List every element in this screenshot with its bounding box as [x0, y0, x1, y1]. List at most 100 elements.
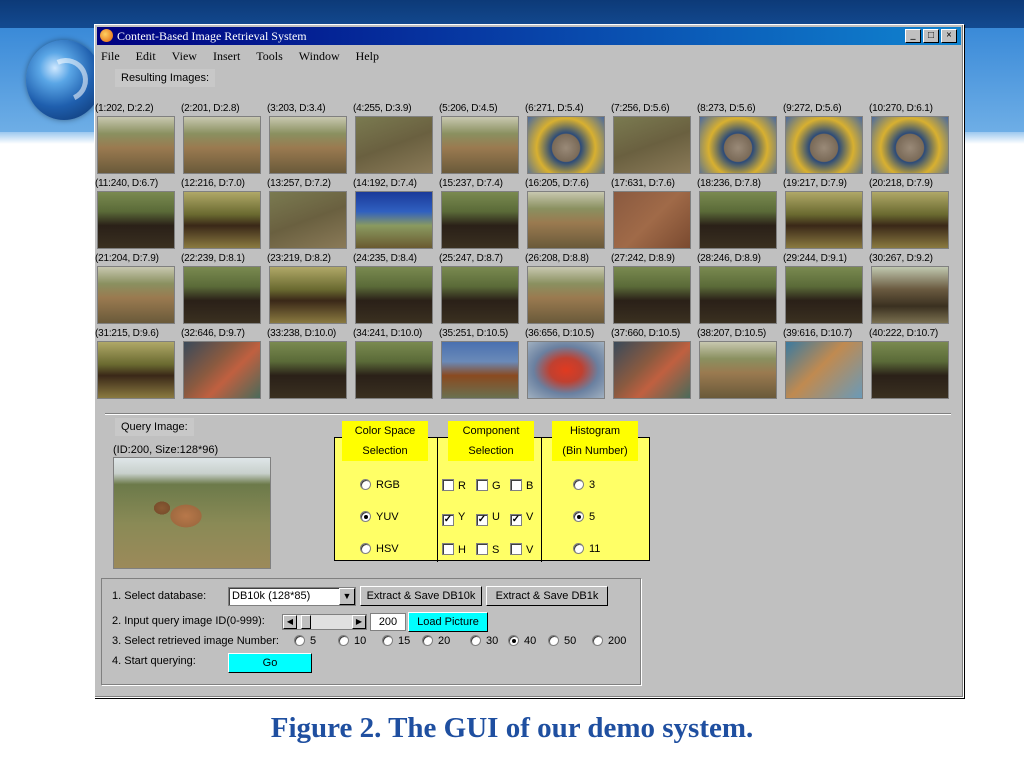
result-thumbnail[interactable] — [441, 341, 519, 399]
result-thumbnail[interactable] — [97, 341, 175, 399]
component-option[interactable]: B — [510, 479, 533, 492]
result-cell[interactable]: (22:239, D:8.1) — [181, 253, 267, 333]
result-thumbnail[interactable] — [527, 116, 605, 174]
result-cell[interactable]: (8:273, D:5.6) — [697, 103, 783, 183]
result-cell[interactable]: (31:215, D:9.6) — [95, 328, 181, 408]
component-option[interactable]: ✓ V — [510, 511, 533, 526]
result-thumbnail[interactable] — [785, 341, 863, 399]
result-cell[interactable]: (20:218, D:7.9) — [869, 178, 955, 258]
extract-db10k-button[interactable]: Extract & Save DB10k — [360, 586, 482, 606]
result-thumbnail[interactable] — [613, 116, 691, 174]
result-thumbnail[interactable] — [527, 191, 605, 249]
checkbox-icon[interactable] — [510, 479, 522, 491]
load-picture-button[interactable]: Load Picture — [408, 612, 488, 632]
result-cell[interactable]: (12:216, D:7.0) — [181, 178, 267, 258]
result-cell[interactable]: (24:235, D:8.4) — [353, 253, 439, 333]
result-cell[interactable]: (18:236, D:7.8) — [697, 178, 783, 258]
result-thumbnail[interactable] — [699, 191, 777, 249]
result-cell[interactable]: (37:660, D:10.5) — [611, 328, 697, 408]
checkbox-icon[interactable]: ✓ — [442, 514, 454, 526]
result-cell[interactable]: (38:207, D:10.5) — [697, 328, 783, 408]
result-cell[interactable]: (11:240, D:6.7) — [95, 178, 181, 258]
result-cell[interactable]: (27:242, D:8.9) — [611, 253, 697, 333]
component-option[interactable]: ✓ Y — [442, 511, 465, 526]
component-option[interactable]: H — [442, 543, 466, 556]
histogram-option[interactable]: 11 — [573, 543, 600, 555]
title-bar[interactable]: Content-Based Image Retrieval System _ □… — [97, 27, 961, 45]
result-thumbnail[interactable] — [183, 191, 261, 249]
query-id-slider[interactable]: ◀ ▶ — [282, 614, 367, 630]
slider-left-arrow-icon[interactable]: ◀ — [283, 615, 297, 629]
result-thumbnail[interactable] — [355, 266, 433, 324]
result-cell[interactable]: (25:247, D:8.7) — [439, 253, 525, 333]
result-cell[interactable]: (40:222, D:10.7) — [869, 328, 955, 408]
component-option[interactable]: V — [510, 543, 533, 556]
menu-tools[interactable]: Tools — [254, 47, 285, 65]
result-thumbnail[interactable] — [97, 191, 175, 249]
result-cell[interactable]: (2:201, D:2.8) — [181, 103, 267, 183]
result-thumbnail[interactable] — [441, 191, 519, 249]
result-thumbnail[interactable] — [785, 266, 863, 324]
radio-icon[interactable] — [548, 635, 559, 646]
slider-thumb[interactable] — [301, 615, 311, 629]
result-thumbnail[interactable] — [785, 116, 863, 174]
database-select[interactable]: DB10k (128*85) ▼ — [228, 587, 356, 606]
component-option[interactable]: S — [476, 543, 499, 556]
result-cell[interactable]: (29:244, D:9.1) — [783, 253, 869, 333]
maximize-button[interactable]: □ — [923, 29, 939, 43]
minimize-button[interactable]: _ — [905, 29, 921, 43]
result-thumbnail[interactable] — [269, 266, 347, 324]
result-cell[interactable]: (3:203, D:3.4) — [267, 103, 353, 183]
radio-icon[interactable] — [360, 479, 371, 490]
menu-file[interactable]: File — [99, 47, 122, 65]
result-cell[interactable]: (5:206, D:4.5) — [439, 103, 525, 183]
result-cell[interactable]: (21:204, D:7.9) — [95, 253, 181, 333]
result-thumbnail[interactable] — [269, 116, 347, 174]
result-thumbnail[interactable] — [269, 191, 347, 249]
result-cell[interactable]: (4:255, D:3.9) — [353, 103, 439, 183]
result-thumbnail[interactable] — [613, 191, 691, 249]
histogram-option[interactable]: 5 — [573, 511, 595, 523]
result-thumbnail[interactable] — [183, 266, 261, 324]
result-thumbnail[interactable] — [527, 341, 605, 399]
go-button[interactable]: Go — [228, 653, 312, 673]
radio-icon[interactable] — [360, 543, 371, 554]
checkbox-icon[interactable] — [442, 479, 454, 491]
retrieve-number-option[interactable]: 5 — [294, 635, 316, 647]
result-cell[interactable]: (28:246, D:8.9) — [697, 253, 783, 333]
radio-icon[interactable] — [573, 479, 584, 490]
checkbox-icon[interactable] — [476, 479, 488, 491]
result-cell[interactable]: (13:257, D:7.2) — [267, 178, 353, 258]
checkbox-icon[interactable] — [510, 543, 522, 555]
result-thumbnail[interactable] — [183, 116, 261, 174]
color-space-option[interactable]: RGB — [360, 479, 400, 491]
result-cell[interactable]: (32:646, D:9.7) — [181, 328, 267, 408]
menu-edit[interactable]: Edit — [134, 47, 158, 65]
result-thumbnail[interactable] — [699, 341, 777, 399]
result-thumbnail[interactable] — [97, 266, 175, 324]
result-thumbnail[interactable] — [441, 266, 519, 324]
color-space-option[interactable]: YUV — [360, 511, 399, 523]
radio-icon[interactable] — [508, 635, 519, 646]
result-cell[interactable]: (34:241, D:10.0) — [353, 328, 439, 408]
result-cell[interactable]: (16:205, D:7.6) — [525, 178, 611, 258]
component-option[interactable]: G — [476, 479, 501, 492]
result-cell[interactable]: (15:237, D:7.4) — [439, 178, 525, 258]
radio-icon[interactable] — [294, 635, 305, 646]
result-thumbnail[interactable] — [355, 116, 433, 174]
retrieve-number-option[interactable]: 20 — [422, 635, 450, 647]
result-thumbnail[interactable] — [699, 266, 777, 324]
radio-icon[interactable] — [382, 635, 393, 646]
result-thumbnail[interactable] — [355, 341, 433, 399]
result-thumbnail[interactable] — [183, 341, 261, 399]
checkbox-icon[interactable] — [442, 543, 454, 555]
result-thumbnail[interactable] — [871, 116, 949, 174]
component-option[interactable]: ✓ U — [476, 511, 500, 526]
retrieve-number-option[interactable]: 30 — [470, 635, 498, 647]
result-cell[interactable]: (6:271, D:5.4) — [525, 103, 611, 183]
menu-help[interactable]: Help — [354, 47, 381, 65]
result-cell[interactable]: (23:219, D:8.2) — [267, 253, 353, 333]
result-cell[interactable]: (19:217, D:7.9) — [783, 178, 869, 258]
retrieve-number-option[interactable]: 40 — [508, 635, 536, 647]
result-cell[interactable]: (39:616, D:10.7) — [783, 328, 869, 408]
